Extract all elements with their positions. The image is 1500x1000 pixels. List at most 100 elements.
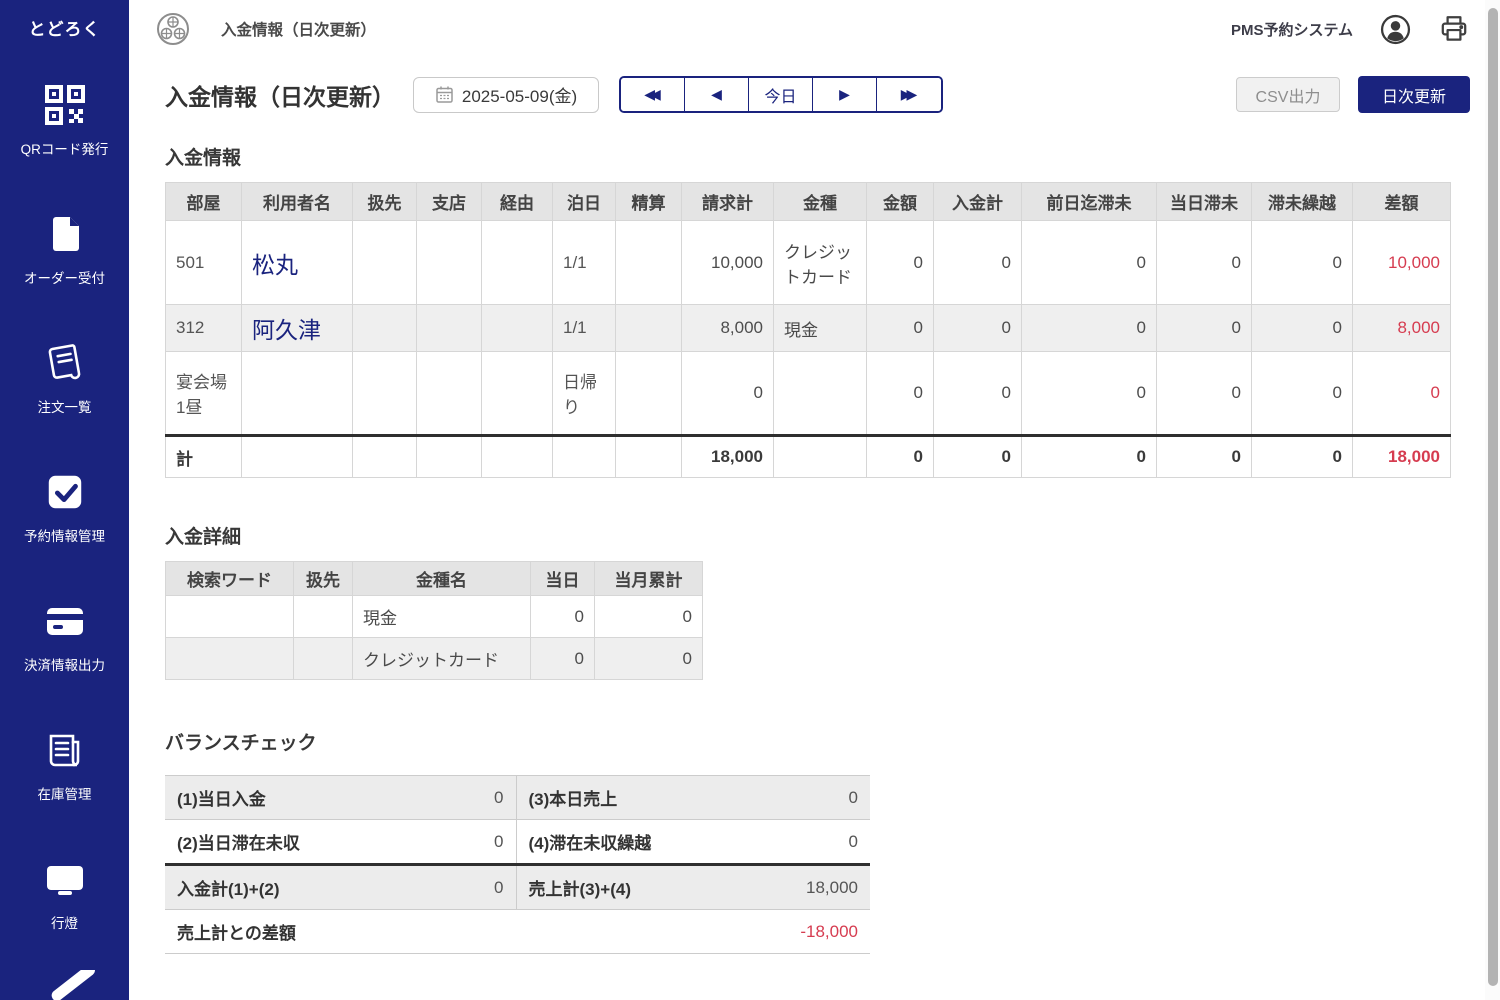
newspaper-icon <box>41 726 89 774</box>
sidebar-item-reservation-management[interactable]: 予約情報管理 <box>0 442 129 571</box>
fast-prev-button[interactable]: ◀◀ <box>621 78 685 111</box>
user-account-button[interactable] <box>1380 14 1411 45</box>
deposit-header-cell: 泊日 <box>553 183 616 221</box>
difference-cell: 8,000 <box>1353 305 1451 352</box>
csv-export-button[interactable]: CSV出力 <box>1236 77 1340 112</box>
payment-type-cell <box>774 352 867 436</box>
balance-diff-row: 売上計との差額 -18,000 <box>165 910 870 954</box>
sidebar-item-andon[interactable]: 行燈 <box>0 829 129 958</box>
deposit-header-cell: 支店 <box>417 183 482 221</box>
right-arrow-icon: ▶ <box>839 86 850 103</box>
guest-name-link[interactable]: 松丸 <box>252 252 298 278</box>
deposit-cell: 0 <box>1157 221 1252 305</box>
balance-value: 0 <box>760 820 870 865</box>
deposit-cell: 0 <box>934 436 1022 478</box>
guest-name-cell: 阿久津 <box>242 305 353 352</box>
balance-label: 売上計(3)+(4) <box>516 865 760 910</box>
next-button[interactable]: ▶ <box>813 78 877 111</box>
logo-icon <box>155 11 191 47</box>
detail-section-title: 入金詳細 <box>165 522 1470 549</box>
balance-value: 0 <box>760 776 870 820</box>
user-icon <box>1380 14 1411 45</box>
prev-button[interactable]: ◀ <box>685 78 749 111</box>
deposit-cell: 0 <box>1157 305 1252 352</box>
app-window: とどろく QRコ <box>0 0 1500 1000</box>
sidebar-item-inventory[interactable]: 在庫管理 <box>0 700 129 829</box>
billing-total-cell: 0 <box>682 352 774 436</box>
sidebar-item-label: 在庫管理 <box>38 783 92 803</box>
detail-header-cell: 金種名 <box>353 562 531 596</box>
deposit-cell: 0 <box>867 436 934 478</box>
deposit-cell <box>417 352 482 436</box>
deposit-header-cell: 部屋 <box>166 183 242 221</box>
billing-total-cell: 10,000 <box>682 221 774 305</box>
guest-name-link[interactable]: 阿久津 <box>252 317 321 343</box>
payment-type-cell: クレジットカード <box>774 221 867 305</box>
deposit-cell <box>417 436 482 478</box>
balance-value: 0 <box>460 820 516 865</box>
app-header: 入金情報（日次更新） PMS予約システム <box>129 0 1500 58</box>
deposit-cell <box>353 305 417 352</box>
deposit-cell <box>242 436 353 478</box>
deposit-cell <box>482 436 553 478</box>
document-icon <box>41 210 89 258</box>
daily-update-button[interactable]: 日次更新 <box>1358 76 1470 113</box>
deposit-cell <box>417 305 482 352</box>
balance-section-title: バランスチェック <box>165 728 1470 755</box>
detail-cell <box>294 596 353 638</box>
deposit-cell <box>417 221 482 305</box>
sidebar-item-label: QRコード発行 <box>21 138 109 158</box>
deposit-cell: 0 <box>867 305 934 352</box>
sidebar-item-label: 決済情報出力 <box>24 654 105 674</box>
toolbar: 入金情報（日次更新） 2025-05-09(金) ◀◀ ◀ <box>165 76 1470 113</box>
today-button[interactable]: 今日 <box>749 78 813 111</box>
deposit-cell: 0 <box>1022 352 1157 436</box>
sidebar-item-order-list[interactable]: 注文一覧 <box>0 313 129 442</box>
date-value: 2025-05-09(金) <box>462 82 577 107</box>
deposit-cell: 0 <box>1157 352 1252 436</box>
sidebar-item-payment-export[interactable]: 決済情報出力 <box>0 571 129 700</box>
detail-cell: 0 <box>531 638 595 680</box>
scrollbar-thumb[interactable] <box>1488 8 1498 986</box>
deposit-cell <box>774 436 867 478</box>
broom-icon[interactable] <box>34 970 98 1000</box>
credit-card-icon <box>41 597 89 645</box>
detail-header-row: 検索ワード 扱先 金種名 当日 当月累計 <box>166 562 703 596</box>
billing-total-cell: 8,000 <box>682 305 774 352</box>
detail-header-cell: 扱先 <box>294 562 353 596</box>
deposit-cell: 0 <box>1022 305 1157 352</box>
detail-row: 現金 0 0 <box>166 596 703 638</box>
detail-header-cell: 当月累計 <box>595 562 703 596</box>
deposit-header-cell: 金額 <box>867 183 934 221</box>
fast-next-button[interactable]: ▶▶ <box>877 78 941 111</box>
detail-cell <box>166 596 294 638</box>
main-area: 入金情報（日次更新） PMS予約システム <box>129 0 1500 1000</box>
payment-type-name-cell: 現金 <box>353 596 531 638</box>
deposit-cell <box>616 221 682 305</box>
balance-value: 18,000 <box>760 865 870 910</box>
deposit-header-cell: 扱先 <box>353 183 417 221</box>
detail-cell: 0 <box>595 596 703 638</box>
printer-icon <box>1438 13 1470 45</box>
left-arrow-icon: ◀ <box>711 86 722 103</box>
page-content: 入金情報（日次更新） 2025-05-09(金) ◀◀ ◀ <box>129 58 1470 954</box>
print-button[interactable] <box>1438 13 1470 45</box>
payment-type-cell: 現金 <box>774 305 867 352</box>
balance-value: 0 <box>460 865 516 910</box>
balance-check-table: (1)当日入金 0 (3)本日売上 0 (2)当日滞在未収 0 (4)滞在未収繰… <box>165 775 870 954</box>
deposit-cell: 0 <box>867 221 934 305</box>
sidebar-item-order-intake[interactable]: オーダー受付 <box>0 184 129 313</box>
sidebar-item-label: オーダー受付 <box>24 267 105 287</box>
balance-diff-label: 売上計との差額 <box>165 910 760 954</box>
date-picker[interactable]: 2025-05-09(金) <box>413 77 599 113</box>
deposit-total-row: 計 18,000 0 0 0 0 0 18,000 <box>166 436 1451 478</box>
balance-label: (2)当日滞在未収 <box>165 820 460 865</box>
scrollbar-track[interactable] <box>1485 0 1500 1000</box>
balance-sum-row: 入金計(1)+(2) 0 売上計(3)+(4) 18,000 <box>165 865 870 910</box>
double-right-arrow-icon: ▶▶ <box>901 86 913 103</box>
checkbox-icon <box>41 468 89 516</box>
deposit-cell <box>482 352 553 436</box>
deposit-header-row: 部屋 利用者名 扱先 支店 経由 泊日 精算 請求計 金種 金額 入金計 前日迄… <box>166 183 1451 221</box>
sidebar-item-qr-code[interactable]: QRコード発行 <box>0 55 129 184</box>
room-cell: 501 <box>166 221 242 305</box>
